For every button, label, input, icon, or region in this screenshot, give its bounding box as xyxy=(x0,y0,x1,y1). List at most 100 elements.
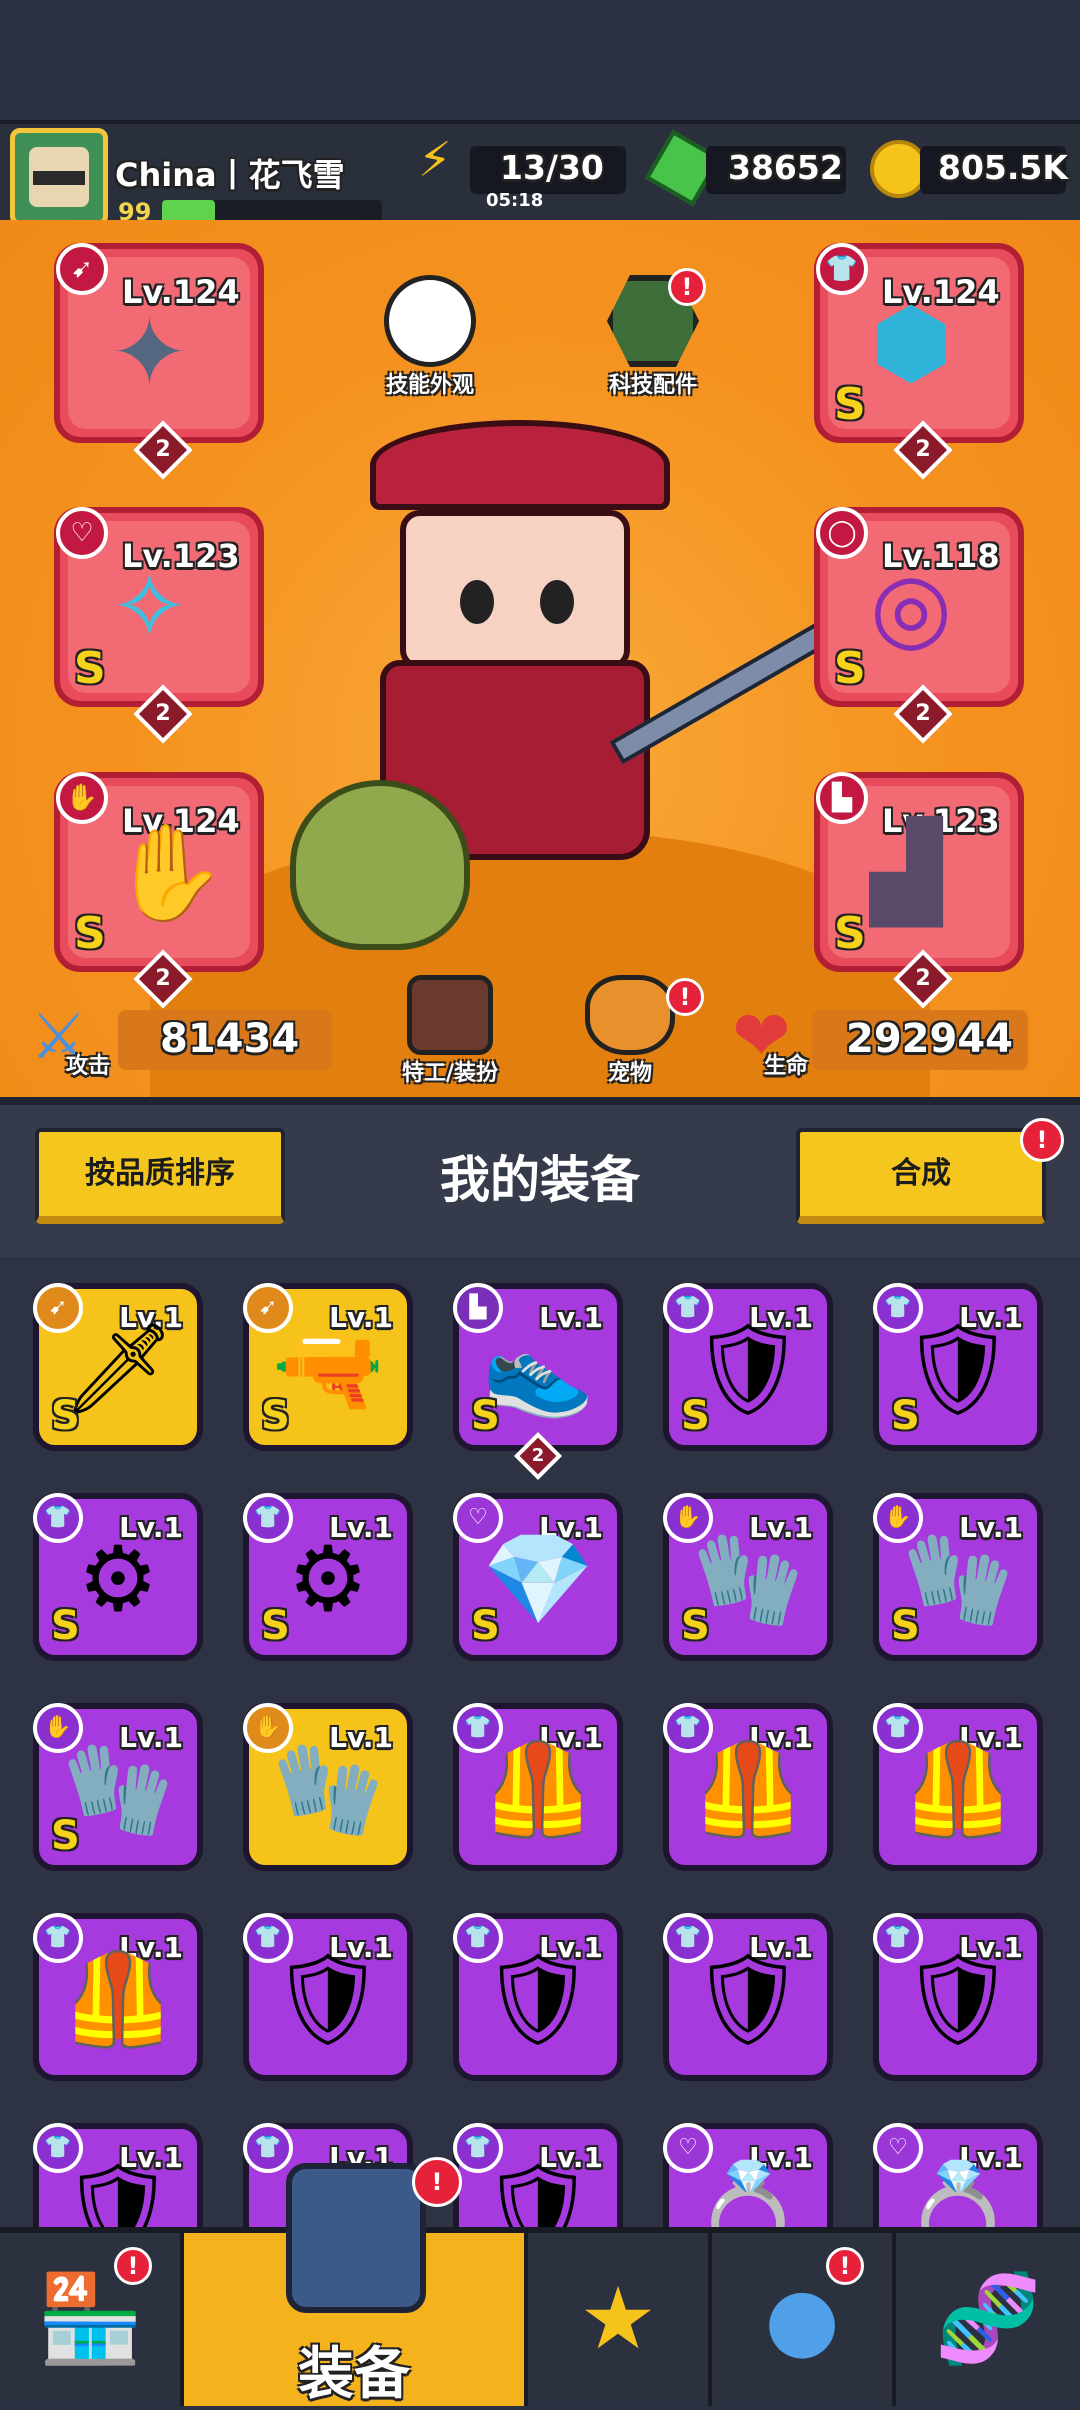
boots-icon: ▟ xyxy=(870,818,943,927)
equip-slot-glove[interactable]: Lv.124 ✋ S 2 ✋ xyxy=(54,772,264,1009)
inventory-item[interactable]: 👕 Lv.1 🦺 xyxy=(33,1913,203,2081)
inventory-item[interactable]: ✋ Lv.1 🧤 S xyxy=(873,1493,1043,1661)
attack-label: 攻击 xyxy=(66,1054,111,1079)
item-grade: S xyxy=(261,1603,290,1649)
necklace-icon: 💍 xyxy=(691,2157,805,2227)
armor-icon: 🦺 xyxy=(61,1947,175,2052)
agent-outfit-button[interactable]: 特工/装扮 xyxy=(380,975,520,1087)
item-grade: S xyxy=(471,1603,500,1649)
item-grade: S xyxy=(261,1393,290,1439)
equip-slot-necklace[interactable]: Lv.123 ✧ S 2 ♡ xyxy=(54,507,264,744)
armor-icon: 🛡 xyxy=(480,2157,596,2227)
equip-slot-weapon[interactable]: Lv.124 ✦ 2 ➹ xyxy=(54,243,264,480)
inventory-item[interactable]: ♡ Lv.1 💍 xyxy=(663,2123,833,2227)
tech-parts-badge: ! xyxy=(668,268,706,306)
item-grade: S xyxy=(51,1603,80,1649)
battle-star-icon: ★ xyxy=(579,2269,657,2369)
nav-shop-badge: ! xyxy=(114,2247,152,2285)
belt-type-icon: ◯ xyxy=(816,507,868,559)
skill-skin-button[interactable]: 技能外观 xyxy=(370,275,490,399)
kunai-icon: ✦ xyxy=(110,299,189,408)
inventory-item[interactable]: 👕Lv.1🛡 xyxy=(243,1913,413,2081)
item-grade: S xyxy=(51,1393,80,1439)
item-grade: S xyxy=(471,1393,500,1439)
inventory-item[interactable]: 👕Lv.1🛡 xyxy=(33,2123,203,2227)
inventory-item[interactable]: 👕 Lv.1 ⚙ S xyxy=(243,1493,413,1661)
slot-grade: S xyxy=(834,379,866,430)
energy-icon[interactable]: ⚡ xyxy=(418,132,452,188)
merge-badge: ! xyxy=(1020,1118,1064,1162)
inventory-item[interactable]: ✋ Lv.1 🧤 S xyxy=(33,1703,203,1871)
hp-label: 生命 xyxy=(764,1054,809,1079)
inventory-item[interactable]: 👕 Lv.1 🛡 S xyxy=(663,1283,833,1451)
glove-icon: ✋ xyxy=(110,819,228,928)
inventory-item[interactable]: ♡ Lv.1 💍 xyxy=(873,2123,1043,2227)
necklace-icon: 💍 xyxy=(901,2157,1015,2227)
merge-button[interactable]: 合成 xyxy=(796,1128,1046,1224)
inventory-item[interactable]: 👕Lv.1🛡 xyxy=(873,1913,1043,2081)
dna-icon: 🧬 xyxy=(934,2269,1042,2369)
inventory-item[interactable]: ✋ Lv.1 🧤 xyxy=(243,1703,413,1871)
item-star-badge: 2 xyxy=(513,1431,563,1481)
armor-icon: 🦺 xyxy=(901,1737,1015,1842)
energy-value: 13/30 xyxy=(500,148,604,187)
inventory-item[interactable]: 👕 Lv.1 ⚙ S xyxy=(33,1493,203,1661)
armor-icon: 🦺 xyxy=(481,1737,595,1842)
nav-equipment-label: 装备 xyxy=(298,2342,410,2407)
inventory-item[interactable]: 👕 Lv.1 🛡 S xyxy=(873,1283,1043,1451)
tech-parts-label: 科技配件 xyxy=(608,373,697,398)
necklace-icon: ✧ xyxy=(110,553,189,662)
player-name: China丨花飞雪 xyxy=(115,156,345,194)
slot-grade: S xyxy=(834,908,866,959)
boots-type-icon: ▙ xyxy=(816,772,868,824)
slot-grade: S xyxy=(74,908,106,959)
inventory-item[interactable]: 👕 Lv.1 🦺 xyxy=(873,1703,1043,1871)
nav-battle[interactable]: ★ xyxy=(528,2233,712,2406)
coin-value: 805.5K xyxy=(938,148,1068,187)
pet-frog[interactable] xyxy=(290,780,470,950)
slot-grade: S xyxy=(74,643,106,694)
nav-equipment[interactable]: ! 装备 xyxy=(184,2157,528,2407)
armor-icon: 🛡 xyxy=(690,1947,806,2052)
equip-slot-armor[interactable]: Lv.124 ⬢ S 2 👕 xyxy=(814,243,1024,480)
equip-slot-belt[interactable]: Lv.118 ◎ S 2 ◯ xyxy=(814,507,1024,744)
item-grade: S xyxy=(891,1603,920,1649)
hp-value: 292944 xyxy=(846,1016,1013,1062)
inventory-grid[interactable]: ➹ Lv.1 🗡 S ➹ Lv.1 🔫 S ▙ Lv.1 👟 S 2 👕 Lv.1 🛡 S 👕 Lv.1 🛡 S 👕 Lv.… xyxy=(0,1257,1080,2227)
nav-dna[interactable]: 🧬 xyxy=(896,2233,1080,2406)
item-grade: S xyxy=(681,1393,710,1439)
armor-icon: 🛡 xyxy=(60,2157,176,2227)
item-grade: S xyxy=(681,1603,710,1649)
nav-shop[interactable]: 🏪 ! xyxy=(0,2233,184,2406)
inventory-item[interactable]: ▙ Lv.1 👟 S 2 xyxy=(453,1283,623,1481)
inventory-item[interactable]: ➹ Lv.1 🗡 S xyxy=(33,1283,203,1451)
nav-gacha[interactable]: ● ! xyxy=(712,2233,896,2406)
glove-type-icon: ✋ xyxy=(56,772,108,824)
inventory-item[interactable]: 👕Lv.1🛡 xyxy=(453,1913,623,2081)
necklace-type-icon: ♡ xyxy=(56,507,108,559)
gem-value: 38652 xyxy=(728,148,843,187)
armor-icon: 🛡 xyxy=(270,1947,386,2052)
armor-icon: 🛡 xyxy=(480,1947,596,2052)
equip-slot-boots[interactable]: Lv.123 ▟ S 2 ▙ xyxy=(814,772,1024,1009)
soccer-ball-icon xyxy=(384,275,476,367)
inventory-item[interactable]: 👕 Lv.1 🦺 xyxy=(453,1703,623,1871)
inventory-item[interactable]: ♡ Lv.1 💎 S xyxy=(453,1493,623,1661)
egg-icon: ● xyxy=(764,2269,840,2369)
status-bar xyxy=(0,0,1080,120)
armor-type-icon: 👕 xyxy=(816,243,868,295)
inventory-item[interactable]: ✋ Lv.1 🧤 S xyxy=(663,1493,833,1661)
inventory-item[interactable]: 👕Lv.1🛡 xyxy=(663,1913,833,2081)
item-grade: S xyxy=(51,1813,80,1859)
energy-timer: 05:18 xyxy=(486,190,544,211)
armor-icon: 🦺 xyxy=(691,1737,805,1842)
inventory-item[interactable]: 👕 Lv.1 🦺 xyxy=(663,1703,833,1871)
agent-outfit-label: 特工/装扮 xyxy=(401,1061,499,1086)
skill-skin-label: 技能外观 xyxy=(385,373,474,398)
attack-value: 81434 xyxy=(160,1016,300,1062)
inventory-item[interactable]: 👕Lv.1🛡 xyxy=(453,2123,623,2227)
player-avatar[interactable] xyxy=(10,128,108,226)
equipment-icon xyxy=(286,2163,426,2313)
item-grade: S xyxy=(891,1393,920,1439)
inventory-item[interactable]: ➹ Lv.1 🔫 S xyxy=(243,1283,413,1451)
